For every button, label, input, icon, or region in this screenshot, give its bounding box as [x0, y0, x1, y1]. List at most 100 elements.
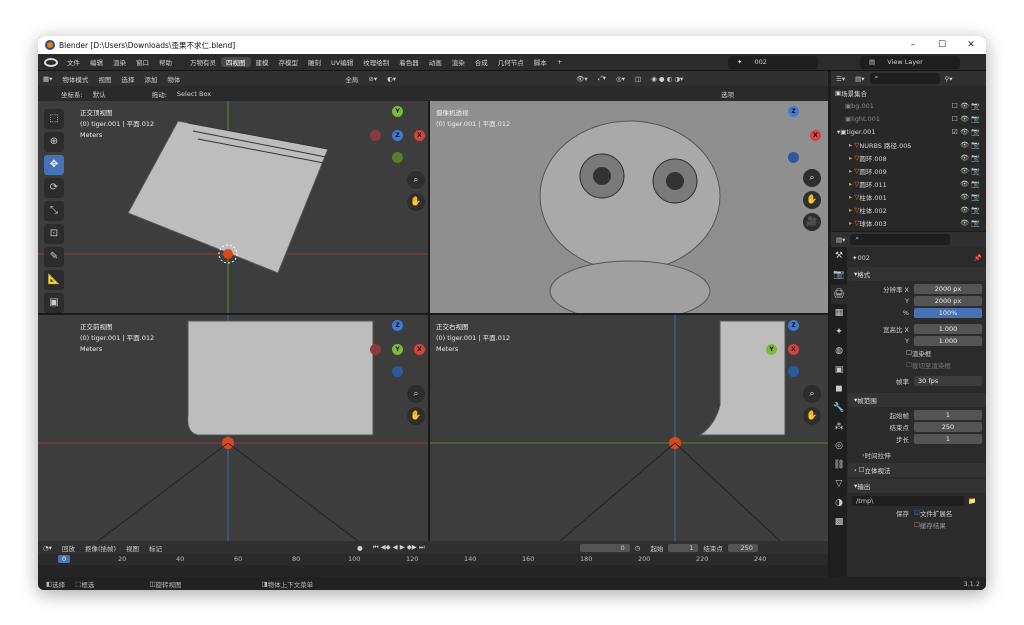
- gizmo-toggle-icon[interactable]: ⤢▾: [593, 74, 611, 83]
- tab-workspace-3[interactable]: 存模型: [274, 57, 304, 67]
- pan-hand-icon[interactable]: ✋: [407, 193, 425, 211]
- frame-end-field[interactable]: 250: [914, 422, 982, 432]
- cursor-tool-icon[interactable]: ⊕: [44, 132, 64, 152]
- frame-step-field[interactable]: 1: [914, 434, 982, 444]
- menu-window[interactable]: 窗口: [131, 57, 154, 67]
- scene-tab-icon[interactable]: ✦: [831, 323, 847, 342]
- visibility-icons[interactable]: 👁 📷: [960, 206, 980, 214]
- texture-tab-icon[interactable]: ▩: [831, 513, 847, 532]
- visibility-icons[interactable]: 👁 📷: [960, 141, 980, 149]
- gizmo-z-icon[interactable]: Z: [392, 130, 403, 141]
- fps-dropdown[interactable]: 30 fps: [914, 376, 982, 386]
- gizmo-neg-x-icon[interactable]: [370, 130, 381, 141]
- list-item[interactable]: ▸ ▽ 柱体.002 👁 📷: [831, 203, 986, 216]
- gizmo-x-icon[interactable]: X: [810, 130, 821, 141]
- list-item[interactable]: ▸ ▽ 圆环.009 👁 📷: [831, 164, 986, 177]
- blender-menu-icon[interactable]: [44, 57, 58, 67]
- constraints-tab-icon[interactable]: ⛓: [831, 456, 847, 475]
- annotate-tool-icon[interactable]: ✎: [44, 247, 64, 267]
- crop-row[interactable]: ☐ 裁切至渲染框: [848, 359, 986, 371]
- modifier-tab-icon[interactable]: 🔧: [831, 399, 847, 418]
- view-layer-selector[interactable]: ▤ View Layer: [860, 56, 960, 69]
- minimize-button[interactable]: –: [898, 36, 928, 54]
- format-section[interactable]: ▾ 格式: [848, 267, 986, 281]
- tab-workspace-2[interactable]: 建模: [251, 57, 274, 67]
- add-cube-tool-icon[interactable]: ▣: [44, 293, 64, 313]
- list-item[interactable]: ▸ ▽ 柱体.001 👁 📷: [831, 190, 986, 203]
- visibility-icons[interactable]: ☑ 👁 📷: [952, 128, 980, 136]
- viewport-camera[interactable]: 摄像机透视 (0) tiger.001 | 平面.012 Z X ⌕ ✋ 🎥: [430, 101, 828, 313]
- visibility-icons[interactable]: ☐ 👁 📷: [952, 102, 980, 110]
- scene-selector[interactable]: ✦ 002: [728, 56, 818, 69]
- folder-icon[interactable]: 📁: [968, 497, 976, 505]
- xray-icon[interactable]: ◫: [630, 75, 646, 83]
- filter-icon[interactable]: ⚲▾: [940, 75, 958, 83]
- record-icon[interactable]: ●: [352, 544, 368, 552]
- gizmo-x-icon[interactable]: X: [788, 344, 799, 355]
- pan-hand-icon[interactable]: ✋: [803, 191, 821, 209]
- particles-tab-icon[interactable]: ⁂: [831, 418, 847, 437]
- gizmo-neg-x-icon[interactable]: [370, 344, 381, 355]
- display-mode-icon[interactable]: ▤▾: [850, 75, 869, 83]
- timeline-editor-icon[interactable]: ◔▾: [38, 544, 57, 552]
- cache-row[interactable]: ☐ 缓存结果: [848, 519, 986, 531]
- clock-icon[interactable]: ◷: [630, 544, 646, 552]
- gizmo-y-icon[interactable]: Y: [766, 344, 777, 355]
- pin-icon[interactable]: 📌: [974, 254, 982, 262]
- timeline-menu-marker[interactable]: 标记: [144, 543, 167, 553]
- transform-orientation[interactable]: 全局: [340, 74, 363, 84]
- frame-start-field[interactable]: 1: [914, 410, 982, 420]
- header-menu-object[interactable]: 物体: [162, 74, 185, 84]
- collection-tab-icon[interactable]: ▣: [831, 361, 847, 380]
- tab-workspace-11[interactable]: 几何节点: [493, 57, 529, 67]
- time-stretch-section[interactable]: › 时间拉伸: [848, 449, 986, 461]
- measure-tool-icon[interactable]: 📐: [44, 270, 64, 290]
- properties-editor-icon[interactable]: ▤▾: [831, 236, 850, 244]
- header-menu-view[interactable]: 视图: [93, 74, 116, 84]
- visibility-icons[interactable]: 👁 📷: [960, 154, 980, 162]
- physics-tab-icon[interactable]: ◎: [831, 437, 847, 456]
- menu-file[interactable]: 文件: [62, 57, 85, 67]
- tool-tab-icon[interactable]: ⚒: [831, 247, 847, 266]
- add-workspace-button[interactable]: +: [552, 58, 567, 66]
- view-layer-tab-icon[interactable]: ▦: [831, 304, 847, 323]
- material-tab-icon[interactable]: ◑: [831, 494, 847, 513]
- nav-gizmo-right[interactable]: Z X Y: [764, 320, 824, 380]
- close-button[interactable]: ✕: [956, 36, 986, 54]
- frame-range-section[interactable]: ▾ 帧范围: [848, 393, 986, 407]
- nav-gizmo-camera[interactable]: Z X: [764, 106, 824, 166]
- tab-workspace-7[interactable]: 着色器: [394, 57, 424, 67]
- pct-field[interactable]: 100%: [914, 308, 982, 318]
- shading-icon[interactable]: ◉ ● ◐ ◑▾: [646, 75, 688, 83]
- nav-gizmo-front[interactable]: Z Y X: [368, 320, 428, 380]
- tab-workspace-6[interactable]: 纹理绘制: [358, 57, 394, 67]
- visibility-icons[interactable]: 👁 📷: [960, 193, 980, 201]
- aspect-x-field[interactable]: 1.000: [914, 324, 982, 334]
- tab-workspace-10[interactable]: 合成: [470, 57, 493, 67]
- outliner-search-icon[interactable]: ⌕: [869, 73, 940, 84]
- coord-selector[interactable]: 默认: [88, 89, 111, 99]
- res-x-field[interactable]: 2000 px: [914, 284, 982, 294]
- header-menu-add[interactable]: 添加: [139, 74, 162, 84]
- visibility-icons[interactable]: 👁 📷: [960, 180, 980, 188]
- gizmo-neg-y-icon[interactable]: [392, 152, 403, 163]
- list-item[interactable]: ▸ ▽ 球体.003 👁 📷: [831, 216, 986, 229]
- current-frame-field[interactable]: 0: [579, 543, 630, 552]
- nav-gizmo-top[interactable]: Y Z X: [368, 106, 428, 166]
- menu-render[interactable]: 渲染: [108, 57, 131, 67]
- snap-icon[interactable]: ⊘▾: [363, 75, 382, 83]
- stereo-section[interactable]: › ☐ 立体视法: [848, 463, 986, 477]
- tab-workspace-9[interactable]: 渲染: [447, 57, 470, 67]
- visibility-icons[interactable]: 👁 📷: [960, 167, 980, 175]
- properties-search-icon[interactable]: ⌕: [850, 234, 951, 245]
- output-path-field[interactable]: /tmp\: [852, 496, 964, 506]
- aspect-y-field[interactable]: 1.000: [914, 336, 982, 346]
- gizmo-z-icon[interactable]: Z: [788, 106, 799, 117]
- render-tab-icon[interactable]: 📷: [831, 266, 847, 285]
- render-region-row[interactable]: ☐ 渲染框: [848, 347, 986, 359]
- proportional-icon[interactable]: ◐▾: [382, 75, 401, 83]
- list-item[interactable]: ▸ ▽ 圆环.008 👁 📷: [831, 151, 986, 164]
- camera-view-icon[interactable]: 🎥: [803, 213, 821, 231]
- list-item[interactable]: ▾ ▣ tiger.001 ☑ 👁 📷: [831, 125, 986, 138]
- timeline-menu-playback[interactable]: 回放: [57, 543, 80, 553]
